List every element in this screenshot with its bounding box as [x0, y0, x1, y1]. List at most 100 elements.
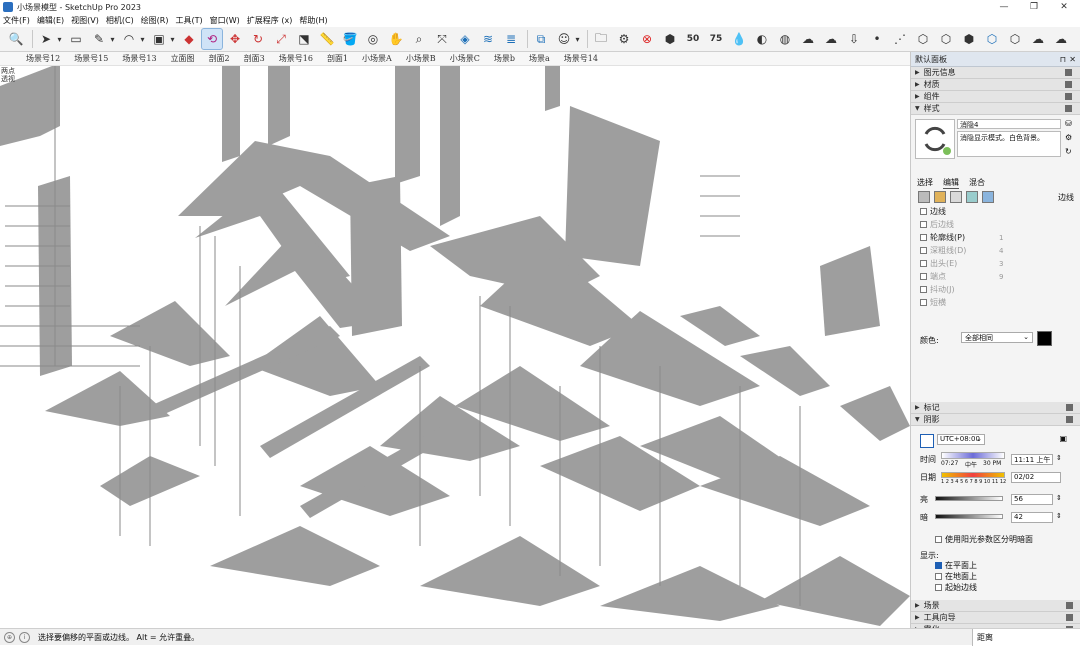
style-refresh-icon[interactable]: ↻: [1065, 147, 1072, 156]
measurements-box[interactable]: 距离: [972, 629, 1080, 646]
zoom-icon[interactable]: 🔍: [6, 29, 26, 49]
tab-mix[interactable]: 混合: [969, 177, 985, 189]
geolocation-icon[interactable]: ⊕: [4, 631, 15, 643]
section-icon[interactable]: ≣: [501, 29, 521, 49]
select-icon[interactable]: ➤: [36, 29, 56, 49]
eraser-icon[interactable]: ▭: [66, 29, 86, 49]
edge-option-row[interactable]: 边线: [911, 205, 1080, 218]
pan-icon[interactable]: ✋: [386, 29, 406, 49]
info-icon[interactable]: i: [19, 631, 30, 643]
shadow-display-option[interactable]: 在地面上: [935, 571, 977, 582]
shadow-display-option[interactable]: 起始边线: [935, 582, 977, 593]
cloud-upload-icon[interactable]: ☁: [821, 29, 841, 49]
menu-camera[interactable]: 相机(C): [103, 15, 138, 26]
scene-tab[interactable]: 小场景B: [406, 53, 436, 64]
face-settings-icon[interactable]: [934, 191, 946, 203]
view-iso-icon[interactable]: ⬡: [913, 29, 933, 49]
edge-option-checkbox[interactable]: [920, 273, 927, 280]
arc-icon[interactable]: ◠: [119, 29, 139, 49]
edge-option-row[interactable]: 抖动(J): [911, 283, 1080, 296]
view-back-icon[interactable]: ⬡: [1005, 29, 1025, 49]
edge-option-row[interactable]: 出头(E) 3: [911, 257, 1080, 270]
dark-input[interactable]: 42: [1011, 512, 1053, 523]
light-input[interactable]: 56: [1011, 494, 1053, 505]
edge-option-row[interactable]: 端点 9: [911, 270, 1080, 283]
dot-icon[interactable]: •: [867, 29, 887, 49]
menu-extensions[interactable]: 扩展程序 (x): [244, 15, 297, 26]
edge-option-checkbox[interactable]: [920, 208, 927, 215]
panel-close-icon[interactable]: [1065, 93, 1072, 100]
color-mode-select[interactable]: 全部相同 ⌄: [961, 332, 1033, 343]
scene-tab[interactable]: 剖面3: [244, 53, 265, 64]
dropdown-icon[interactable]: ▾: [139, 29, 146, 49]
folder-icon[interactable]: 🗀: [591, 29, 611, 49]
tray-close-icon[interactable]: ✕: [1069, 55, 1076, 64]
style-description-field[interactable]: 消隐显示模式。白色背景。: [957, 131, 1061, 157]
tab-edit[interactable]: 编辑: [943, 177, 959, 189]
minimize-button[interactable]: —: [990, 0, 1018, 14]
style-thumbnail[interactable]: [915, 119, 955, 159]
date-slider[interactable]: [941, 472, 1005, 478]
edge-option-checkbox[interactable]: [920, 286, 927, 293]
style-lock-icon[interactable]: ⛁: [1065, 119, 1072, 128]
scene-tab[interactable]: 立面图: [171, 53, 195, 64]
edge-option-row[interactable]: 后边线: [911, 218, 1080, 231]
scene-tab[interactable]: 剖面2: [209, 53, 230, 64]
edge-option-row[interactable]: 短横: [911, 296, 1080, 309]
date-input[interactable]: 02/02: [1011, 472, 1061, 483]
followme-icon[interactable]: ⬔: [294, 29, 314, 49]
delete-icon[interactable]: ⊗: [637, 29, 657, 49]
time-slider[interactable]: [941, 452, 1005, 459]
edge-option-row[interactable]: 深粗线(D) 4: [911, 244, 1080, 257]
shadow-display-checkbox[interactable]: [935, 584, 942, 591]
scene-tab[interactable]: 小场景A: [362, 53, 392, 64]
zoom-extents-icon[interactable]: ⤧: [432, 29, 452, 49]
menu-draw[interactable]: 绘图(R): [138, 15, 173, 26]
tray-pin-icon[interactable]: ⊓: [1060, 55, 1066, 64]
paint-icon[interactable]: 🪣: [340, 29, 360, 49]
edge-option-value[interactable]: 1: [999, 234, 1003, 242]
render50-icon[interactable]: 50: [683, 29, 703, 49]
panel-close-icon[interactable]: [1066, 416, 1073, 423]
shadow-display-option[interactable]: 在平面上: [935, 560, 977, 571]
timezone-select[interactable]: UTC+08:00 ⌄: [937, 434, 985, 445]
light-slider[interactable]: [935, 496, 1003, 501]
contrast-icon[interactable]: ◐: [752, 29, 772, 49]
panel-close-icon[interactable]: [1065, 69, 1072, 76]
panel-close-icon[interactable]: [1065, 105, 1072, 112]
cloud-sync-icon[interactable]: ☁: [1028, 29, 1048, 49]
3dwarehouse-icon[interactable]: ⬢: [660, 29, 680, 49]
panel-materials[interactable]: ▶ 材质: [911, 79, 1080, 91]
edge-settings-icon[interactable]: [918, 191, 930, 203]
edge-option-value[interactable]: 4: [999, 247, 1003, 255]
menu-window[interactable]: 窗口(W): [207, 15, 244, 26]
edge-option-checkbox[interactable]: [920, 299, 927, 306]
edge-option-value[interactable]: 3: [999, 260, 1003, 268]
drop-icon[interactable]: 💧: [729, 29, 749, 49]
cloud-x-icon[interactable]: ☁: [798, 29, 818, 49]
close-button[interactable]: ✕: [1050, 0, 1078, 14]
layers-icon[interactable]: ⧉: [531, 29, 551, 49]
edge-option-checkbox[interactable]: [920, 260, 927, 267]
panel-close-icon[interactable]: [1065, 81, 1072, 88]
shadow-detail-icon[interactable]: ▣: [1059, 434, 1067, 443]
scale-icon[interactable]: ⤢: [271, 29, 291, 49]
dropdown-icon[interactable]: ▾: [169, 29, 176, 49]
panel-shadows[interactable]: ▼ 阴影: [911, 414, 1080, 426]
scene-tab[interactable]: 小场景C: [450, 53, 480, 64]
model-viewport[interactable]: 两点 透视: [0, 66, 910, 628]
menu-help[interactable]: 帮助(H): [296, 15, 331, 26]
pencil-icon[interactable]: ✎: [89, 29, 109, 49]
tab-select[interactable]: 选择: [917, 177, 933, 189]
gear-icon[interactable]: ⚙: [614, 29, 634, 49]
scene-tab[interactable]: 场景号14: [564, 53, 598, 64]
layer-icon[interactable]: ◈: [455, 29, 475, 49]
view-right-icon[interactable]: ⬡: [982, 29, 1002, 49]
orbit-icon[interactable]: ◎: [363, 29, 383, 49]
pushpull-icon[interactable]: ◆: [179, 29, 199, 49]
panel-close-icon[interactable]: [1066, 602, 1073, 609]
panel-entity-info[interactable]: ▶ 图元信息: [911, 67, 1080, 79]
color-swatch[interactable]: [1037, 331, 1052, 346]
rectangle-icon[interactable]: ▣: [149, 29, 169, 49]
scene-tab[interactable]: 场景b: [494, 53, 515, 64]
